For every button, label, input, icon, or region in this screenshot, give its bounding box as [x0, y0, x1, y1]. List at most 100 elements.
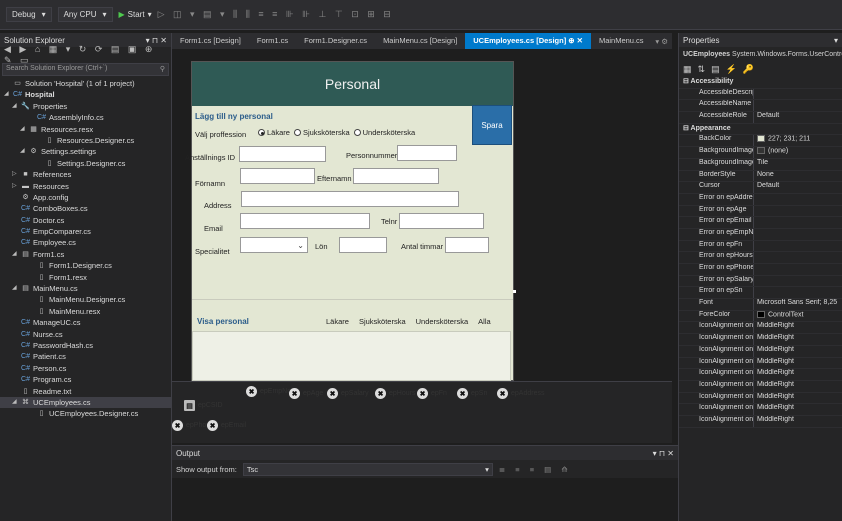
property-row[interactable]: Cursor Default	[679, 182, 842, 194]
property-row[interactable]: BackColor 227; 231; 211	[679, 135, 842, 148]
tree-item[interactable]: C# Program.cs	[0, 374, 171, 385]
firstname-field[interactable]	[240, 168, 315, 184]
property-value[interactable]: MiddleRight	[753, 404, 842, 415]
property-row[interactable]: Error on epEmpNo	[679, 228, 842, 241]
personnel-filter-option[interactable]: Alla	[478, 317, 491, 326]
expand-arrow-icon[interactable]: ◢	[20, 124, 28, 135]
tray-component[interactable]: ✖ epFn	[417, 388, 447, 399]
property-row[interactable]: IconAlignment on epEmp MiddleRight	[679, 357, 842, 370]
property-value[interactable]: Tile	[753, 158, 842, 170]
tray-component[interactable]: ✖ epHours	[375, 388, 415, 399]
tree-item[interactable]: ⚙ App.config	[0, 192, 171, 203]
property-value[interactable]: ControlText	[753, 310, 842, 322]
property-value[interactable]: MiddleRight	[753, 334, 842, 345]
configuration-dropdown[interactable]: Debug ▾	[6, 7, 52, 22]
tree-item[interactable]: ▯ MainMenu.Designer.cs	[0, 294, 171, 305]
tree-item[interactable]: ◢ ⚙ Settings.settings	[0, 146, 171, 157]
tree-item[interactable]: ▯ Resources.Designer.cs	[0, 135, 171, 146]
property-row[interactable]: IconAlignment on epAge MiddleRight	[679, 334, 842, 346]
personnel-filter-option[interactable]: Läkare	[326, 317, 349, 326]
property-value[interactable]: MiddleRight	[753, 392, 842, 404]
specialty-dropdown[interactable]: ⌄	[240, 237, 308, 253]
phone-field[interactable]	[399, 213, 484, 229]
property-row[interactable]: Error on epSalary	[679, 275, 842, 288]
tree-item[interactable]: C# ComboBoxes.cs	[0, 203, 171, 214]
platform-dropdown[interactable]: Any CPU ▾	[57, 7, 113, 22]
expand-arrow-icon[interactable]: ◢	[12, 283, 20, 294]
radio-circle-icon[interactable]	[293, 129, 301, 136]
usercontrol-ucemployees[interactable]: Personal Lägg till ny personal Välj prof…	[185, 61, 514, 381]
property-value[interactable]	[753, 240, 842, 252]
property-value[interactable]: MiddleRight	[753, 369, 842, 380]
tree-item[interactable]: ▯ Form1.Designer.cs	[0, 260, 171, 271]
property-value[interactable]	[753, 88, 842, 100]
tree-item[interactable]: ▯ Form1.resx	[0, 272, 171, 283]
tab-controls[interactable]: ▾ ⚙	[655, 37, 672, 46]
tray-component[interactable]: ✖ epSn	[457, 388, 487, 399]
property-row[interactable]: Error on epAge	[679, 205, 842, 218]
property-value[interactable]: 227; 231; 211	[753, 135, 842, 147]
address-field[interactable]	[241, 191, 459, 207]
personnel-list[interactable]	[192, 331, 511, 381]
property-value[interactable]: None	[753, 170, 842, 182]
property-row[interactable]: Error on epPhone	[679, 264, 842, 276]
properties-icon[interactable]: ▤	[711, 64, 720, 75]
alphabetical-icon[interactable]: ⇅	[698, 64, 706, 75]
hours-field[interactable]	[445, 237, 489, 253]
property-row[interactable]: ForeColor ControlText	[679, 310, 842, 323]
expand-arrow-icon[interactable]: ◢	[12, 397, 20, 408]
property-value[interactable]	[753, 228, 842, 240]
layout-toolbar-icons[interactable]: ▷ ◫ ▾ ▤ ▾ ⫼ ⫼ ≡ ≡ ⊪ ⊪ ⊥ ⊤ ⊡ ⊞ ⊟	[158, 9, 394, 20]
pane-controls[interactable]: ▾ ⊓ ✕	[653, 449, 674, 458]
output-toolbar-icons[interactable]: ≣ ≡ ≡ ▤ ⟰	[499, 465, 572, 474]
tree-item[interactable]: ◢ ⌘ UCEmployees.cs	[0, 396, 171, 409]
tray-component[interactable]: ✖ epEmail	[207, 420, 246, 431]
tree-item[interactable]: ▷ ▬ Resources	[0, 181, 171, 192]
profession-radio[interactable]: Sjuksköterska	[293, 128, 350, 137]
property-row[interactable]: BackgroundImageLayout Tile	[679, 158, 842, 171]
property-value[interactable]: Microsoft Sans Serif; 8,25	[753, 299, 842, 310]
output-source-dropdown[interactable]: Tsc ▾	[242, 462, 493, 476]
property-value[interactable]	[753, 264, 842, 275]
property-row[interactable]: IconAlignment on epEma MiddleRight	[679, 345, 842, 358]
property-value[interactable]	[753, 100, 842, 112]
property-value[interactable]: (none)	[753, 147, 842, 158]
tray-component[interactable]: ✖ epAge	[289, 388, 323, 399]
property-row[interactable]: AccessibleRole Default	[679, 112, 842, 124]
salary-field[interactable]	[339, 237, 387, 253]
tree-item[interactable]: ▯ UCEmployees.Designer.cs	[0, 408, 171, 419]
tray-component[interactable]: ▤ epCSID	[184, 400, 223, 411]
property-value[interactable]: MiddleRight	[753, 415, 842, 427]
expand-arrow-icon[interactable]: ◢	[12, 101, 20, 112]
property-row[interactable]: ⊟ Appearance	[679, 123, 842, 136]
expand-arrow-icon[interactable]: ▷	[12, 181, 20, 192]
tree-item[interactable]: C# Patient.cs	[0, 351, 171, 362]
lastname-field[interactable]	[353, 168, 439, 184]
tree-item[interactable]: ◢ C# Hospital	[0, 89, 171, 100]
property-value[interactable]	[753, 287, 842, 299]
expand-arrow-icon[interactable]: ◢	[20, 146, 28, 157]
expand-arrow-icon[interactable]: ◢	[12, 249, 20, 260]
tree-item[interactable]: C# AssemblyInfo.cs	[0, 112, 171, 123]
document-tab[interactable]: Form1.Designer.cs	[296, 33, 375, 49]
events-icon[interactable]: ⚡	[726, 64, 737, 75]
document-tab[interactable]: Form1.cs	[249, 33, 296, 49]
radio-circle-icon[interactable]	[258, 129, 265, 136]
profession-radio[interactable]: Läkare	[258, 128, 290, 137]
property-value[interactable]	[753, 193, 842, 205]
email-field[interactable]	[240, 213, 370, 229]
chevron-down-icon[interactable]: ▾	[834, 36, 838, 45]
property-row[interactable]: Font Microsoft Sans Serif; 8,25	[679, 299, 842, 311]
property-row[interactable]: Error on epEmail	[679, 217, 842, 229]
document-tab[interactable]: Form1.cs [Design]	[172, 33, 249, 49]
personnel-filter-option[interactable]: Undersköterska	[416, 317, 469, 326]
tree-item[interactable]: C# PasswordHash.cs	[0, 340, 171, 351]
document-tab[interactable]: MainMenu.cs	[591, 33, 652, 49]
expand-arrow-icon[interactable]: ▷	[12, 169, 20, 180]
property-row[interactable]: Error on epFn	[679, 240, 842, 253]
solution-explorer-toolbar[interactable]: ◀ ▶ ⌂ ▦ ▾ ↻ ⟳ ▤ ▣ ⊕ ✎ ▭	[0, 44, 171, 65]
property-value[interactable]: MiddleRight	[753, 345, 842, 357]
save-button[interactable]: Spara	[472, 105, 512, 145]
property-value[interactable]: MiddleRight	[753, 322, 842, 334]
property-row[interactable]: IconAlignment on epHou MiddleRight	[679, 380, 842, 393]
